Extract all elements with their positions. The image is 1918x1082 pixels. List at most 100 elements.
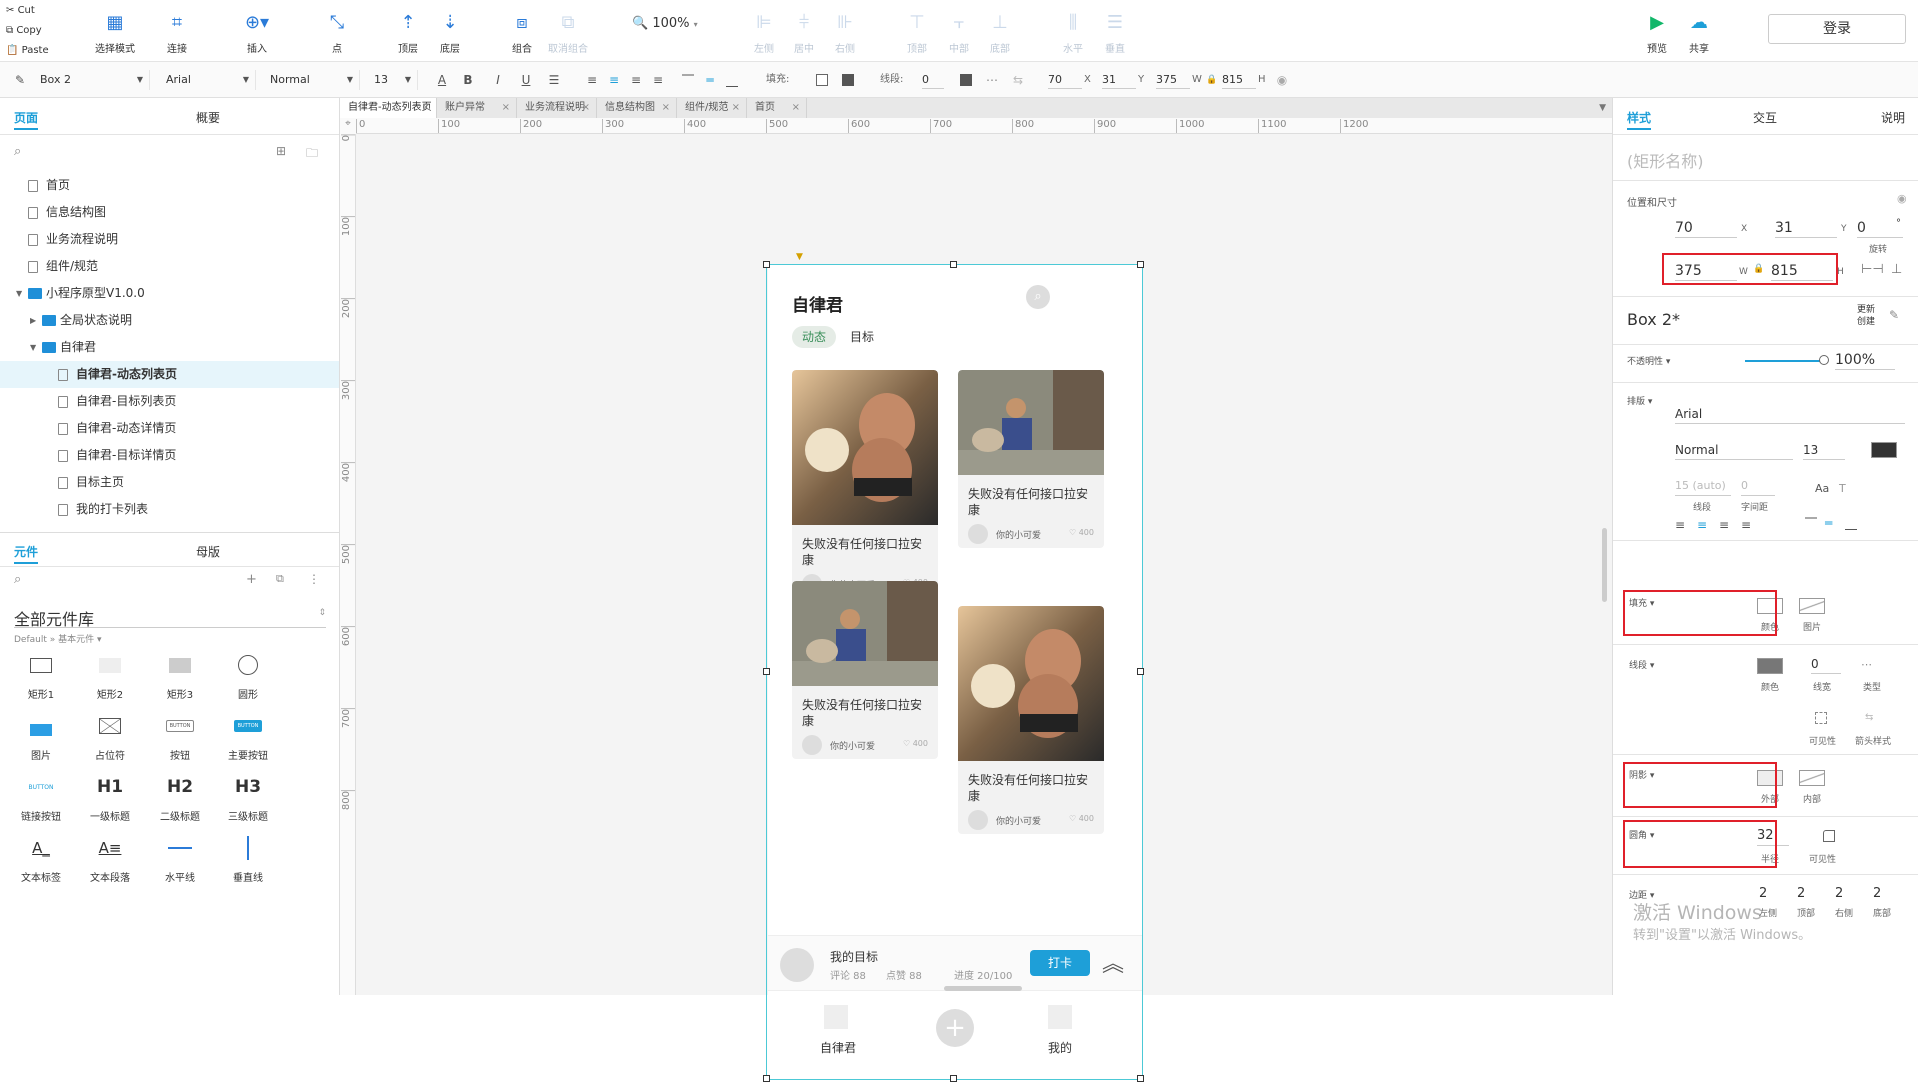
- tab-masters[interactable]: 母版: [196, 542, 220, 562]
- widget-item[interactable]: 水平线: [145, 833, 215, 884]
- font-select[interactable]: Arial: [1675, 404, 1905, 424]
- resize-handle[interactable]: [1137, 1075, 1144, 1082]
- stroke-type-icon[interactable]: ⋯: [1861, 658, 1872, 671]
- shadow-inner-swatch[interactable]: [1799, 770, 1825, 786]
- opacity-slider-track[interactable]: [1745, 360, 1823, 362]
- close-icon[interactable]: ×: [582, 98, 590, 118]
- padding-left-input[interactable]: 2: [1759, 884, 1781, 904]
- valign-middle-icon[interactable]: ═: [702, 71, 718, 89]
- tab-overflow-icon[interactable]: ▼: [1599, 98, 1606, 118]
- insert-button[interactable]: ⊕▾ 插入: [230, 6, 284, 56]
- connect-button[interactable]: ⌗ 连接: [150, 6, 204, 56]
- login-button[interactable]: 登录: [1768, 14, 1906, 44]
- update-create-style[interactable]: 更新 创建: [1857, 304, 1885, 328]
- shape-name-input[interactable]: (矩形名称): [1627, 148, 1704, 172]
- height-input[interactable]: 815: [1222, 71, 1256, 89]
- close-icon[interactable]: ×: [792, 98, 800, 118]
- font-color-icon[interactable]: A: [434, 71, 450, 89]
- cut-button[interactable]: ✂ Cut: [6, 2, 76, 20]
- library-breadcrumb[interactable]: Default » 基本元件 ▾: [14, 632, 102, 645]
- horizontal-scrollbar[interactable]: [944, 986, 1022, 991]
- doc-tab[interactable]: 自律君-动态列表页 ×: [340, 98, 437, 118]
- weight-select[interactable]: Normal: [1675, 440, 1793, 460]
- widget-item[interactable]: 垂直线: [213, 833, 283, 884]
- font-size-input[interactable]: 13: [1803, 440, 1845, 460]
- stroke-color-swatch[interactable]: [960, 74, 972, 86]
- valign-bottom-icon[interactable]: ⎽: [724, 71, 740, 89]
- close-icon[interactable]: ×: [662, 98, 670, 118]
- char-spacing-input[interactable]: 0: [1741, 476, 1775, 496]
- page-tree-item[interactable]: 自律君-目标列表页: [0, 388, 339, 415]
- tab-pages[interactable]: 页面: [14, 108, 39, 130]
- widget-item[interactable]: H2 二级标题: [145, 772, 215, 823]
- page-tree-item[interactable]: 业务流程说明: [0, 226, 339, 253]
- align-text-right-icon[interactable]: ≡: [628, 71, 644, 89]
- ungroup-button[interactable]: ⧉ 取消组合: [541, 6, 595, 56]
- widget-item[interactable]: BUTTON 按钮: [145, 711, 215, 762]
- tab-style[interactable]: 样式: [1627, 108, 1652, 130]
- fit-height-icon[interactable]: ⊥: [1891, 262, 1902, 277]
- resize-handle[interactable]: [763, 261, 770, 268]
- page-tree-item[interactable]: 自律君-目标详情页: [0, 442, 339, 469]
- align-text-justify-icon[interactable]: ≡: [1741, 518, 1751, 532]
- widget-item[interactable]: A_ 文本标签: [6, 833, 76, 884]
- valign-top-icon[interactable]: ⎺: [680, 71, 696, 89]
- page-tree-item[interactable]: ▶ 全局状态说明: [0, 307, 339, 334]
- italic-icon[interactable]: I: [490, 71, 506, 89]
- fill-color-swatch[interactable]: [816, 74, 828, 86]
- edit-style-icon[interactable]: ✎: [1889, 308, 1899, 322]
- align-text-justify-icon[interactable]: ≡: [650, 71, 666, 89]
- style-name[interactable]: Box 2*: [1627, 310, 1680, 329]
- add-library-icon[interactable]: +: [246, 572, 257, 587]
- align-text-left-icon[interactable]: ≡: [1675, 518, 1685, 532]
- canvas-area[interactable]: 自律君-动态列表页 × 账户异常 × 业务流程说明 × 信息结构图 × 组件/规范 × 首页 × ▼ ⌖…: [340, 98, 1612, 1082]
- page-tree-item[interactable]: 目标主页: [0, 469, 339, 496]
- align-text-right-icon[interactable]: ≡: [1719, 518, 1729, 532]
- select-mode-button[interactable]: ▦ 选择模式: [88, 6, 142, 56]
- doc-tab[interactable]: 组件/规范 ×: [677, 98, 747, 118]
- stroke-width-input[interactable]: 0: [922, 71, 944, 89]
- page-tree-item[interactable]: 自律君-动态详情页: [0, 415, 339, 442]
- resize-handle[interactable]: [763, 668, 770, 675]
- align-text-center-icon[interactable]: ≡: [1697, 518, 1707, 532]
- selection-box[interactable]: [766, 264, 1143, 1080]
- page-tree-item[interactable]: 组件/规范: [0, 253, 339, 280]
- resize-handle[interactable]: [1137, 668, 1144, 675]
- padding-right-input[interactable]: 2: [1835, 884, 1857, 904]
- zoom-select[interactable]: 🔍 100% ▾: [632, 16, 702, 38]
- page-tree-item[interactable]: ▼ 小程序原型V1.0.0: [0, 280, 339, 307]
- widget-item[interactable]: BUTTON 链接按钮: [6, 772, 76, 824]
- y-input[interactable]: 31: [1102, 71, 1136, 89]
- doc-tab[interactable]: 账户异常 ×: [437, 98, 517, 118]
- y-input[interactable]: 31: [1775, 218, 1837, 238]
- widget-item[interactable]: 圆形: [213, 650, 283, 701]
- share-button[interactable]: ☁ 共享: [1672, 6, 1726, 56]
- widget-item[interactable]: 矩形1: [6, 650, 76, 701]
- widget-item[interactable]: H3 三级标题: [213, 772, 283, 823]
- page-tree-item[interactable]: 自律君-动态列表页: [0, 361, 339, 388]
- resize-handle[interactable]: [763, 1075, 770, 1082]
- tab-interactions[interactable]: 交互: [1753, 108, 1777, 128]
- widget-search-icon[interactable]: ⌕: [14, 572, 21, 587]
- font-color-swatch[interactable]: [1871, 442, 1897, 458]
- paste-button[interactable]: 📋 Paste: [6, 42, 76, 60]
- page-tree-item[interactable]: 信息结构图: [0, 199, 339, 226]
- widget-item[interactable]: 占位符: [75, 711, 145, 762]
- widget-item[interactable]: 矩形2: [75, 650, 145, 701]
- line-height-input[interactable]: 15 (auto): [1675, 476, 1731, 496]
- rotation-input[interactable]: 0 °: [1857, 218, 1903, 238]
- close-icon[interactable]: ×: [422, 98, 430, 118]
- doc-tab[interactable]: 业务流程说明 ×: [517, 98, 597, 118]
- font-select[interactable]: Arial ▼: [160, 70, 256, 90]
- widget-item[interactable]: A≡ 文本段落: [75, 833, 145, 884]
- library-menu-icon[interactable]: ⧉: [276, 572, 284, 586]
- align-bottom-button[interactable]: ⊥ 底部: [973, 6, 1027, 56]
- collapse-arrow-icon[interactable]: ▶: [30, 307, 36, 334]
- widget-item[interactable]: 矩形3: [145, 650, 215, 701]
- close-icon[interactable]: ×: [732, 98, 740, 118]
- tab-outline[interactable]: 概要: [196, 108, 220, 128]
- lock-icon[interactable]: 🔒: [1204, 71, 1220, 89]
- arrow-style-icon[interactable]: ⇆: [1865, 712, 1873, 723]
- widget-item[interactable]: 图片: [6, 711, 76, 762]
- valign-middle-icon[interactable]: ═: [1825, 516, 1832, 530]
